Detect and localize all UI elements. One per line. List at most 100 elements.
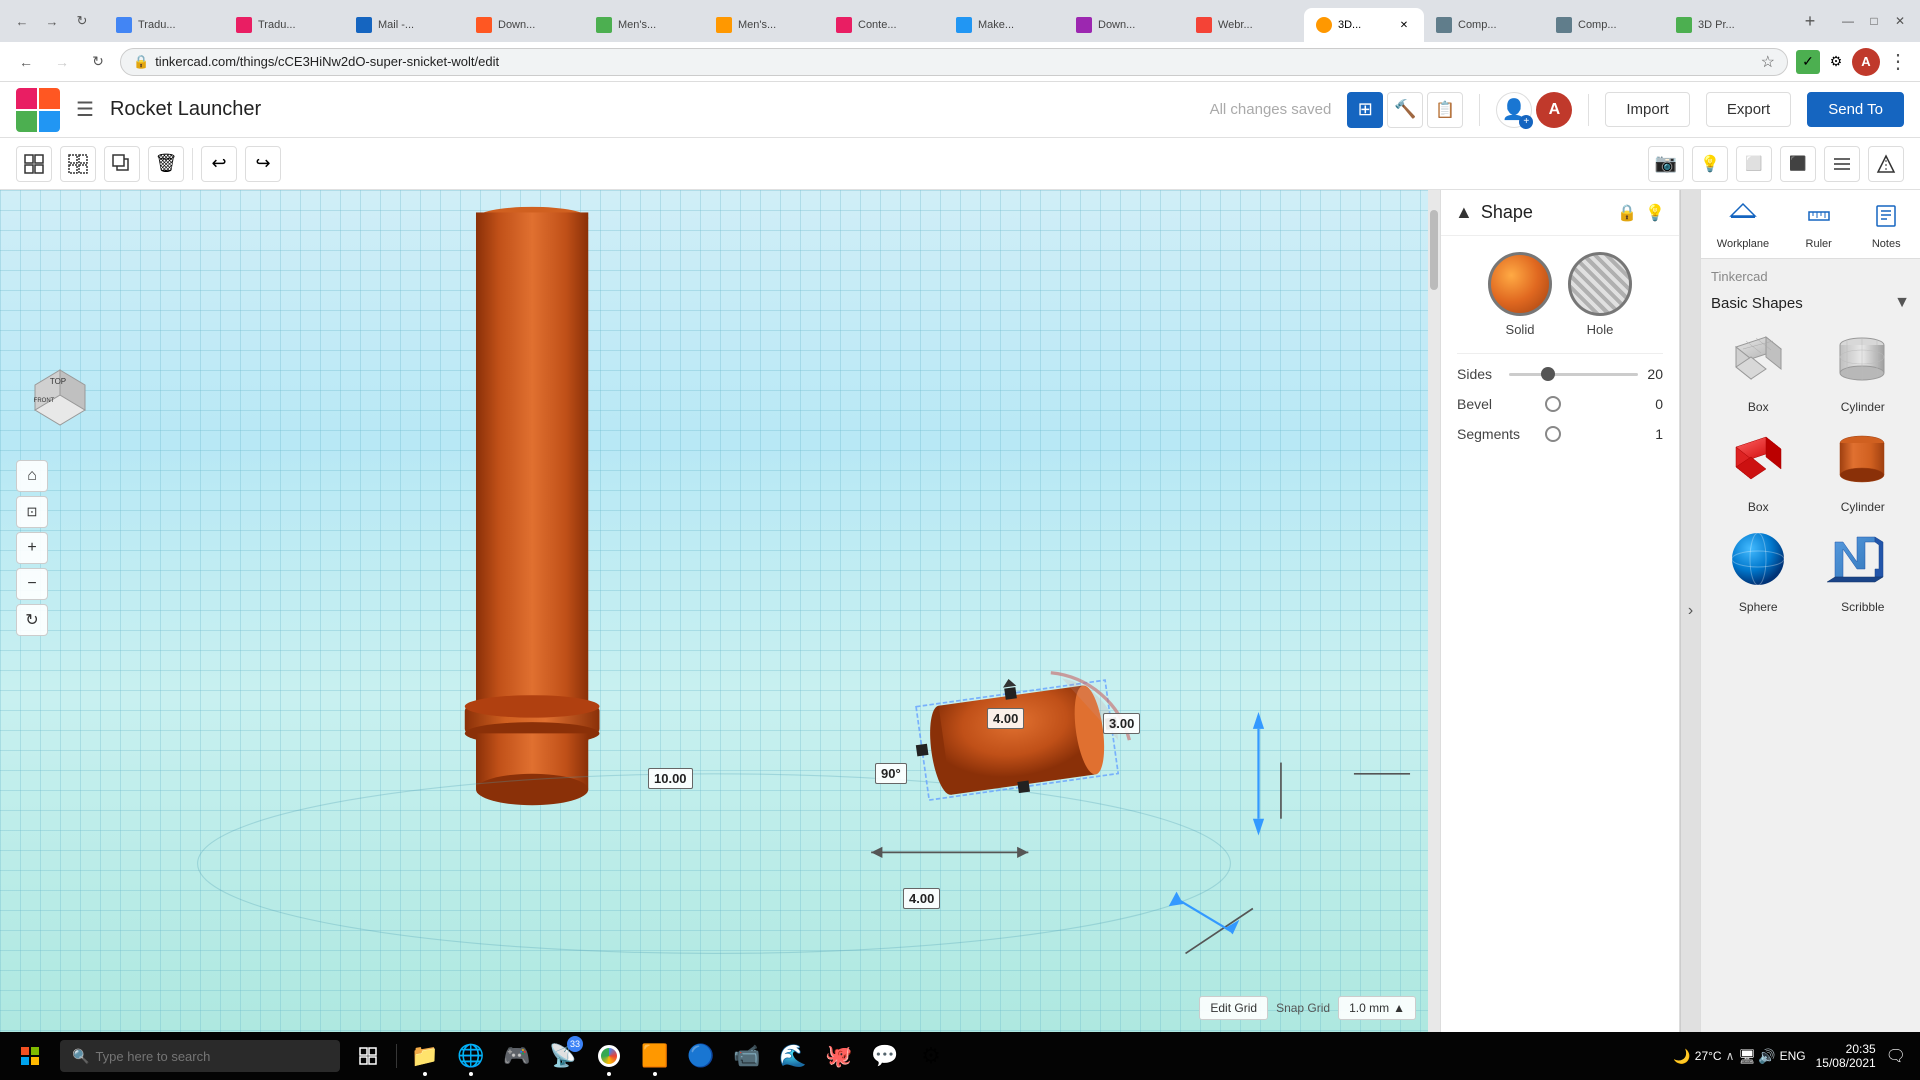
rotate-btn[interactable]: ↻ xyxy=(16,604,48,636)
reload-button[interactable]: ↻ xyxy=(68,7,96,35)
tab-mens2[interactable]: Men's... xyxy=(704,8,824,42)
align-btn[interactable] xyxy=(1824,146,1860,182)
browser-menu[interactable]: ⋮ xyxy=(1888,49,1908,74)
notification-btn[interactable]: 🗨 xyxy=(1886,1046,1906,1066)
taskbar-search[interactable]: 🔍 xyxy=(60,1040,340,1072)
back-button[interactable]: ← xyxy=(8,7,36,35)
taskbar-app-github[interactable]: 🐙 xyxy=(817,1034,861,1078)
shape-item-cylinder-solid[interactable]: Cylinder xyxy=(1816,424,1911,514)
ext-settings[interactable]: ⚙ xyxy=(1824,50,1848,74)
shape-item-box-solid[interactable]: Box xyxy=(1711,424,1806,514)
camera-btn[interactable]: 📷 xyxy=(1648,146,1684,182)
tab-comp1[interactable]: Comp... xyxy=(1424,8,1544,42)
add-user-btn[interactable]: 👤 + xyxy=(1496,92,1532,128)
shape-item-scribble[interactable]: Scribble xyxy=(1816,524,1911,614)
edit-grid-btn[interactable]: Edit Grid xyxy=(1199,996,1268,1020)
snap-value-btn[interactable]: 1.0 mm ▲ xyxy=(1338,996,1416,1020)
delete-btn[interactable]: 🗑 xyxy=(148,146,184,182)
menu-icon[interactable]: ☰ xyxy=(76,97,94,122)
hole-option[interactable]: Hole xyxy=(1568,252,1632,337)
taskbar-time-date[interactable]: 20:35 15/08/2021 xyxy=(1810,1042,1882,1070)
light-panel-icon[interactable]: 💡 xyxy=(1645,203,1665,223)
forward-button[interactable]: → xyxy=(38,7,66,35)
shape-item-box-wire[interactable]: Box xyxy=(1711,324,1806,414)
hammer-view-btn[interactable]: 🔨 xyxy=(1387,92,1423,128)
bevel-circle[interactable] xyxy=(1545,396,1561,412)
tab-comp2[interactable]: Comp... xyxy=(1544,8,1664,42)
tab-mail[interactable]: Mail -... xyxy=(344,8,464,42)
fit-btn[interactable]: ⊡ xyxy=(16,496,48,528)
nav-forward[interactable]: → xyxy=(48,48,76,76)
taskbar-app-arduino[interactable]: 🔵 xyxy=(679,1034,723,1078)
taskbar-app-steam[interactable]: 🎮 xyxy=(495,1034,539,1078)
tab-mens1[interactable]: Men's... xyxy=(584,8,704,42)
tab-3d-active[interactable]: 3D... ✕ xyxy=(1304,8,1424,42)
group-btn[interactable] xyxy=(16,146,52,182)
tinkercad-logo[interactable] xyxy=(16,88,60,132)
import-button[interactable]: Import xyxy=(1605,92,1690,127)
tab-tradukka1[interactable]: Tradu... xyxy=(104,8,224,42)
home-view-btn[interactable]: ⌂ xyxy=(16,460,48,492)
ext-green[interactable]: ✓ xyxy=(1796,50,1820,74)
mirror-btn[interactable]: ⬛ xyxy=(1780,146,1816,182)
taskbar-app-settings[interactable]: ⚙ xyxy=(909,1034,953,1078)
dark-mode-icon[interactable]: 🌙 xyxy=(1673,1048,1690,1065)
grid-view-btn[interactable]: ⊞ xyxy=(1347,92,1383,128)
taskbar-app-fusion[interactable]: 🟧 xyxy=(633,1034,677,1078)
shape-btn[interactable]: ⬜ xyxy=(1736,146,1772,182)
start-button[interactable] xyxy=(6,1032,54,1080)
ruler-action[interactable]: Ruler xyxy=(1801,198,1837,250)
user-avatar[interactable]: A xyxy=(1536,92,1572,128)
new-tab-button[interactable]: + xyxy=(1796,7,1824,35)
panel-scrollbar[interactable] xyxy=(1430,210,1438,290)
taskbar-app-signal[interactable]: 📡 33 xyxy=(541,1034,585,1078)
library-expand-icon[interactable]: ▼ xyxy=(1894,294,1910,312)
mirror2-btn[interactable] xyxy=(1868,146,1904,182)
panel-chevron-btn[interactable]: › xyxy=(1680,190,1700,1032)
window-close[interactable]: ✕ xyxy=(1888,9,1912,33)
taskbar-app-explorer[interactable]: 📁 xyxy=(403,1034,447,1078)
nav-reload[interactable]: ↻ xyxy=(84,48,112,76)
send-to-button[interactable]: Send To xyxy=(1807,92,1904,127)
window-maximize[interactable]: □ xyxy=(1862,9,1886,33)
notes-action[interactable]: Notes xyxy=(1868,198,1904,250)
tab-down2[interactable]: Down... xyxy=(1064,8,1184,42)
address-bar[interactable]: 🔒 ☆ xyxy=(120,48,1788,76)
profile-avatar[interactable]: A xyxy=(1852,48,1880,76)
task-view-btn[interactable] xyxy=(346,1034,390,1078)
ungroup-btn[interactable] xyxy=(60,146,96,182)
taskbar-app-skype[interactable]: 💬 xyxy=(863,1034,907,1078)
taskbar-app-edge[interactable]: 🌊 xyxy=(771,1034,815,1078)
bookmark-star[interactable]: ☆ xyxy=(1761,52,1775,72)
solid-option[interactable]: Solid xyxy=(1488,252,1552,337)
orientation-cube[interactable]: TOP FRONT xyxy=(20,360,100,440)
tab-make[interactable]: Make... xyxy=(944,8,1064,42)
light-btn[interactable]: 💡 xyxy=(1692,146,1728,182)
volume-icon[interactable]: 🔊 xyxy=(1758,1048,1775,1065)
url-input[interactable] xyxy=(155,54,1754,69)
nav-back[interactable]: ← xyxy=(12,48,40,76)
lock-panel-icon[interactable]: 🔒 xyxy=(1617,203,1637,223)
3d-viewport[interactable]: 10.00 4.00 3.00 4.00 90° TOP FRONT ⌂ ⊡ xyxy=(0,190,1428,1032)
duplicate-btn[interactable] xyxy=(104,146,140,182)
tab-conte[interactable]: Conte... xyxy=(824,8,944,42)
book-view-btn[interactable]: 📋 xyxy=(1427,92,1463,128)
panel-collapse-btn[interactable]: ▲ xyxy=(1455,202,1473,223)
export-button[interactable]: Export xyxy=(1706,92,1791,127)
shape-item-sphere[interactable]: Sphere xyxy=(1711,524,1806,614)
window-minimize[interactable]: — xyxy=(1836,9,1860,33)
zoom-out-btn[interactable]: − xyxy=(16,568,48,600)
taskbar-app-chrome[interactable]: 🌐 xyxy=(449,1034,493,1078)
taskbar-search-input[interactable] xyxy=(95,1049,315,1064)
tab-recib[interactable]: Recib... xyxy=(1784,8,1792,42)
redo-btn[interactable]: ↪ xyxy=(245,146,281,182)
tab-close-active[interactable]: ✕ xyxy=(1396,17,1412,33)
battery-chevron[interactable]: ∧ xyxy=(1726,1049,1735,1063)
undo-btn[interactable]: ↩ xyxy=(201,146,237,182)
sides-slider[interactable] xyxy=(1509,373,1638,376)
tab-tradukka2[interactable]: Tradu... xyxy=(224,8,344,42)
workplane-action[interactable]: Workplane xyxy=(1717,198,1769,250)
tab-down1[interactable]: Down... xyxy=(464,8,584,42)
taskbar-app-zoom[interactable]: 📹 xyxy=(725,1034,769,1078)
segments-circle[interactable] xyxy=(1545,426,1561,442)
